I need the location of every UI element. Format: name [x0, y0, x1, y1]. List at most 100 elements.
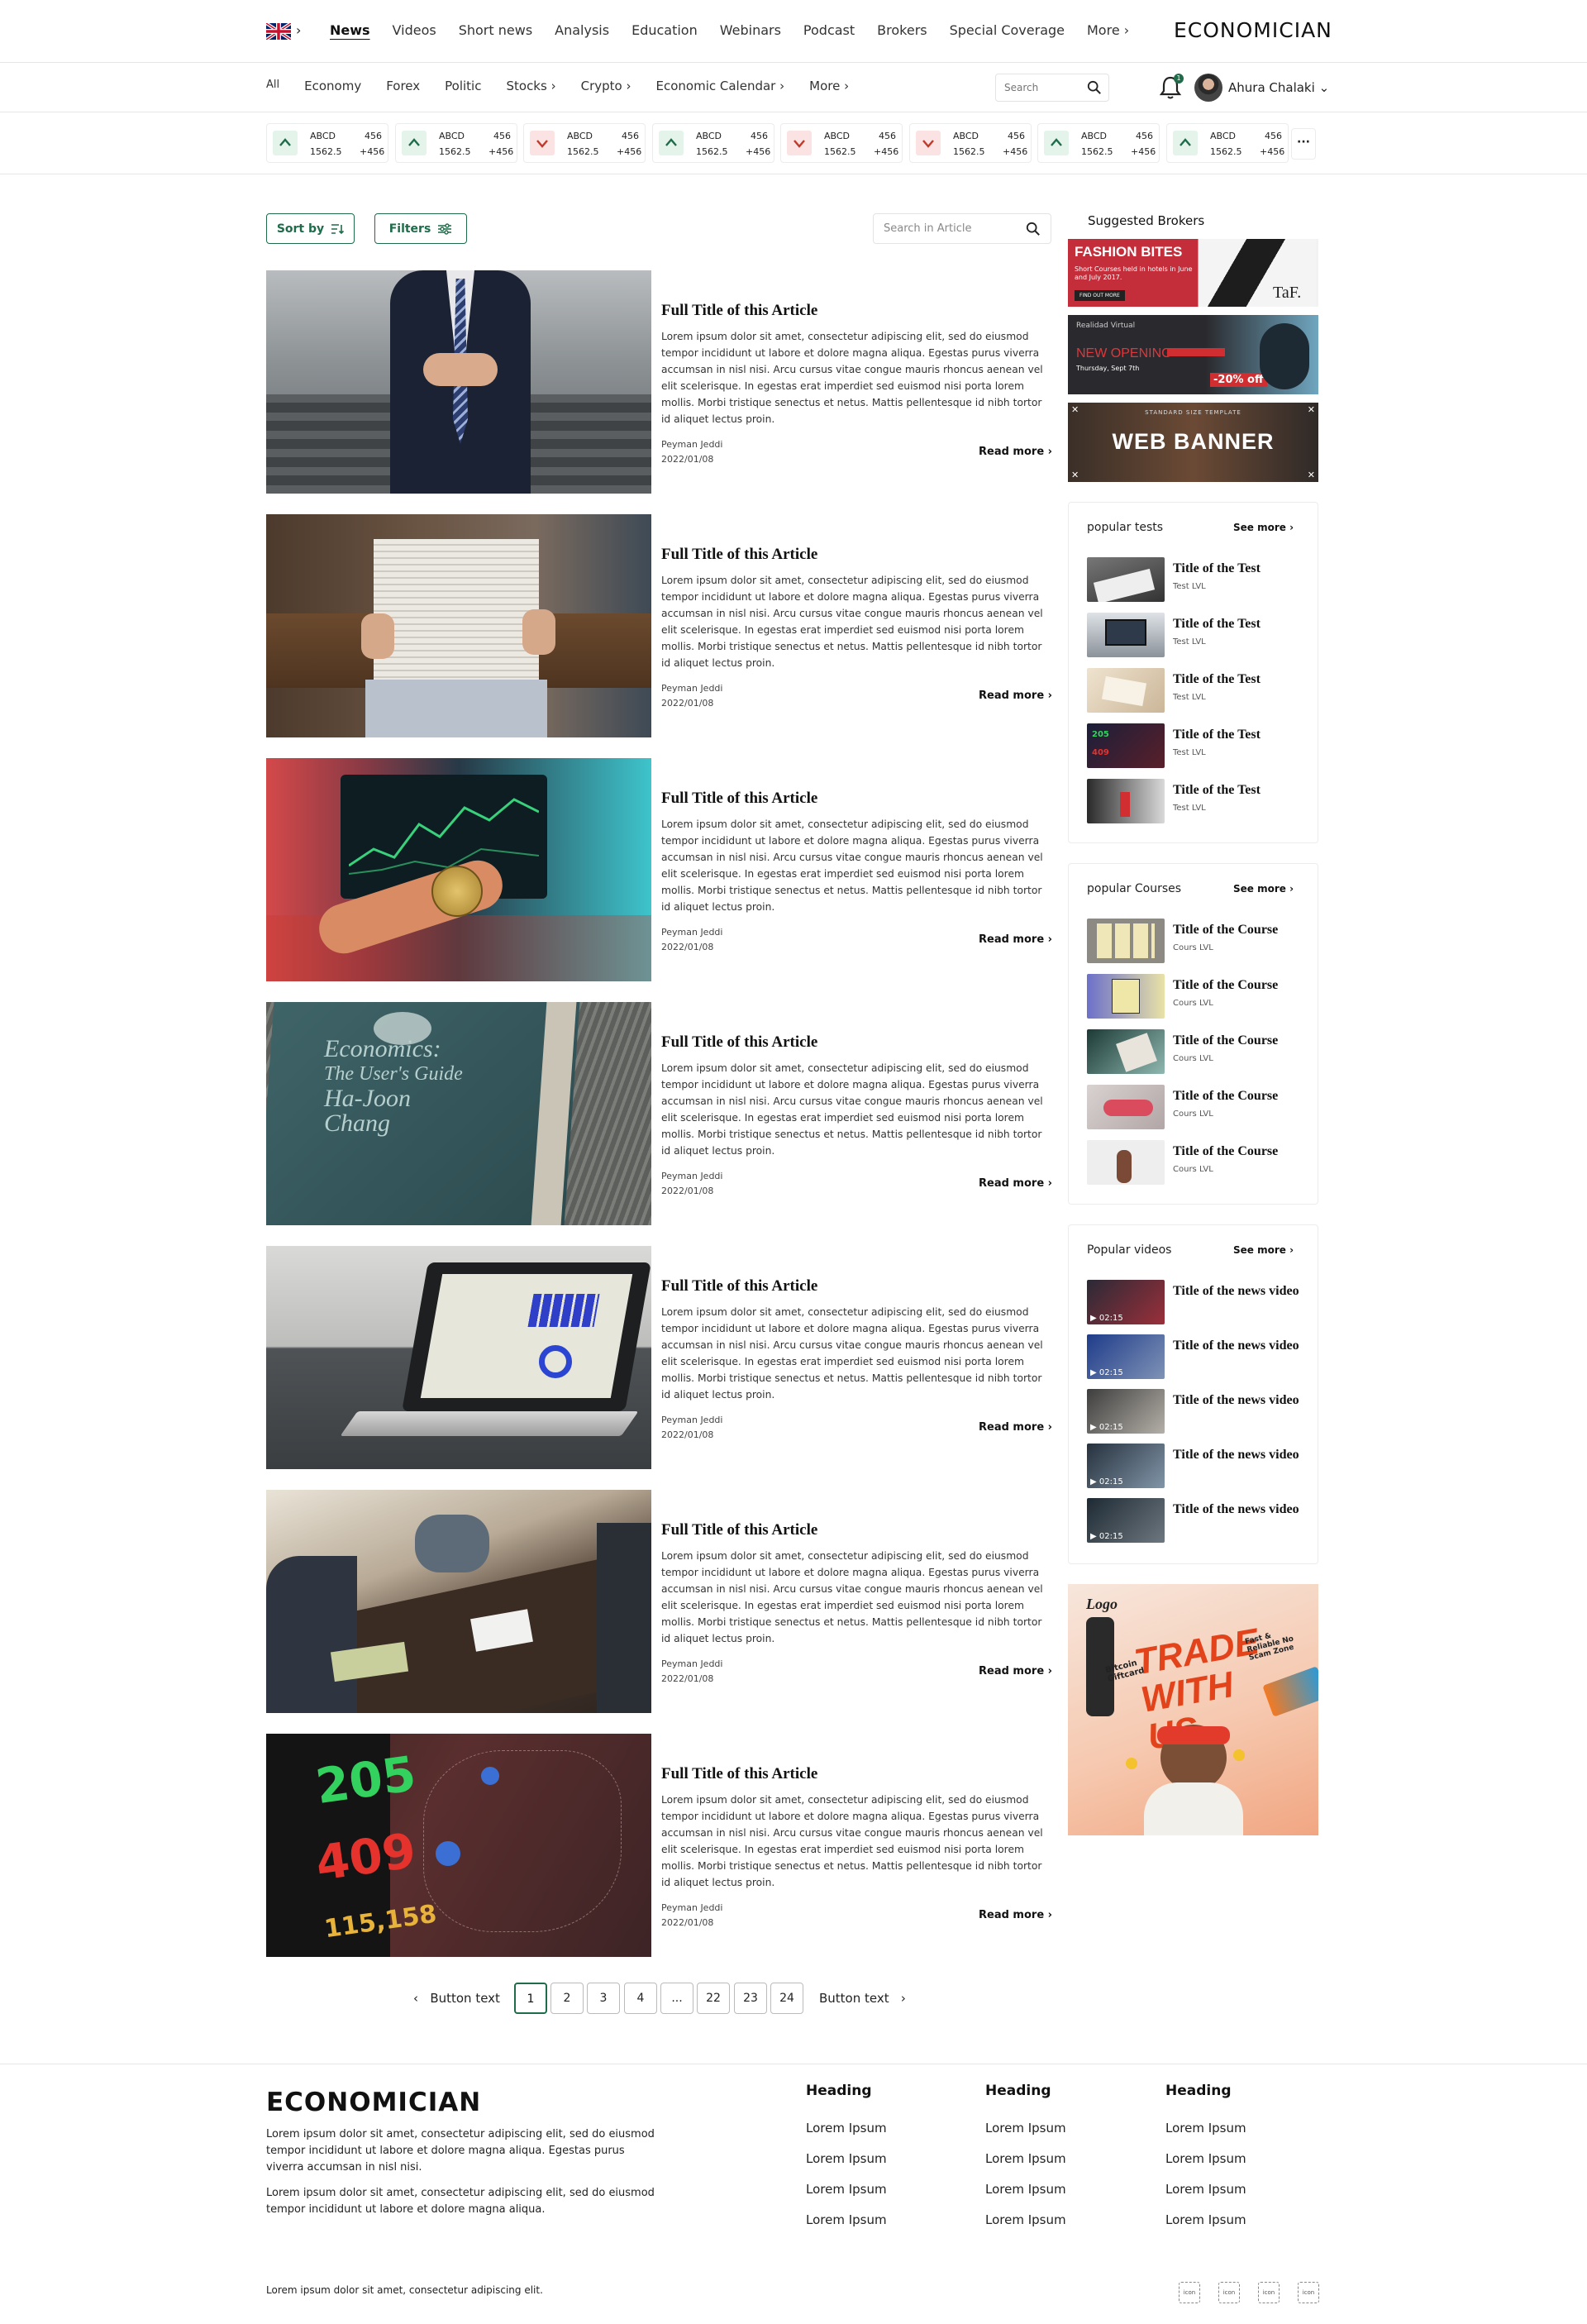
- nav-podcast[interactable]: Podcast: [803, 22, 855, 38]
- category-stocks[interactable]: Stocks ›: [506, 79, 555, 93]
- video-item[interactable]: ▶ 02:15 Title of the news video: [1087, 1389, 1310, 1435]
- article-image-data-monitor[interactable]: 205 409 115,158: [266, 1734, 651, 1957]
- video-title[interactable]: Title of the news video: [1173, 1392, 1305, 1409]
- site-logo[interactable]: ECONOMICIAN: [1174, 18, 1332, 42]
- article-title[interactable]: Full Title of this Article: [661, 790, 817, 808]
- video-item[interactable]: ▶ 02:15 Title of the news video: [1087, 1334, 1310, 1381]
- read-more-link[interactable]: Read more ›: [979, 690, 1052, 702]
- video-item[interactable]: ▶ 02:15 Title of the news video: [1087, 1280, 1310, 1326]
- page-button-3[interactable]: 3: [587, 1983, 620, 2014]
- course-title[interactable]: Title of the Course: [1173, 922, 1305, 938]
- course-item[interactable]: Title of the Course Cours LVL: [1087, 1085, 1310, 1131]
- article-title[interactable]: Full Title of this Article: [661, 1277, 817, 1296]
- nav-education[interactable]: Education: [631, 22, 698, 38]
- page-button-2[interactable]: 2: [550, 1983, 584, 2014]
- nav-more[interactable]: More ›: [1087, 22, 1129, 38]
- test-title[interactable]: Title of the Test: [1173, 561, 1305, 577]
- footer-link[interactable]: Lorem Ipsum: [985, 2151, 1118, 2182]
- footer-link[interactable]: Lorem Ipsum: [806, 2151, 938, 2182]
- footer-logo[interactable]: ECONOMICIAN: [266, 2088, 481, 2117]
- test-title[interactable]: Title of the Test: [1173, 616, 1305, 632]
- course-item[interactable]: Title of the Course Cours LVL: [1087, 974, 1310, 1020]
- page-button-24[interactable]: 24: [770, 1983, 803, 2014]
- ticker-item[interactable]: ABCD 1562.5 456 +456: [523, 123, 646, 163]
- language-chevron-icon[interactable]: ›: [296, 22, 301, 38]
- popular-videos-see-more[interactable]: See more ›: [1233, 1244, 1294, 1256]
- read-more-link[interactable]: Read more ›: [979, 1665, 1052, 1677]
- site-search[interactable]: [995, 74, 1109, 102]
- social-icon[interactable]: icon: [1179, 2282, 1200, 2303]
- nav-news[interactable]: News: [330, 22, 370, 38]
- ticker-item[interactable]: ABCD 1562.5 456 +456: [780, 123, 903, 163]
- pagination-prev-button[interactable]: ‹ Button text: [413, 1991, 500, 2006]
- video-title[interactable]: Title of the news video: [1173, 1338, 1305, 1354]
- article-title[interactable]: Full Title of this Article: [661, 1521, 817, 1539]
- ticker-more-button[interactable]: ···: [1291, 128, 1316, 160]
- social-icon[interactable]: icon: [1258, 2282, 1280, 2303]
- close-icon[interactable]: ✕: [1308, 470, 1315, 480]
- social-icon[interactable]: icon: [1218, 2282, 1240, 2303]
- uk-flag-icon[interactable]: [266, 23, 291, 40]
- close-icon[interactable]: ✕: [1071, 470, 1079, 480]
- video-title[interactable]: Title of the news video: [1173, 1501, 1305, 1518]
- ticker-item[interactable]: ABCD 1562.5 456 +456: [1037, 123, 1160, 163]
- broker-ad-fashion[interactable]: FASHION BITES Short Courses held in hote…: [1068, 239, 1318, 307]
- footer-link[interactable]: Lorem Ipsum: [985, 2182, 1118, 2212]
- article-image-crypto-coin[interactable]: [266, 758, 651, 981]
- nav-short-news[interactable]: Short news: [459, 22, 532, 38]
- course-title[interactable]: Title of the Course: [1173, 977, 1305, 994]
- nav-special-coverage[interactable]: Special Coverage: [950, 22, 1065, 38]
- read-more-link[interactable]: Read more ›: [979, 933, 1052, 946]
- nav-brokers[interactable]: Brokers: [877, 22, 927, 38]
- footer-link[interactable]: Lorem Ipsum: [1165, 2151, 1298, 2182]
- test-title[interactable]: Title of the Test: [1173, 671, 1305, 688]
- course-title[interactable]: Title of the Course: [1173, 1088, 1305, 1105]
- ticker-item[interactable]: ABCD 1562.5 456 +456: [1166, 123, 1289, 163]
- video-item[interactable]: ▶ 02:15 Title of the news video: [1087, 1444, 1310, 1490]
- article-card[interactable]: Full Title of this Article Lorem ipsum d…: [266, 270, 1052, 494]
- close-icon[interactable]: ✕: [1071, 404, 1079, 415]
- nav-analysis[interactable]: Analysis: [555, 22, 609, 38]
- broker-ad-trade-with-us[interactable]: Logo Bitcoin Giftcard TRADE WITH US Fast…: [1068, 1584, 1318, 1835]
- page-button-1[interactable]: 1: [514, 1983, 547, 2014]
- ticker-item[interactable]: ABCD 1562.5 456 +456: [909, 123, 1032, 163]
- broker-ad-web-banner[interactable]: STANDARD SIZE TEMPLATE WEB BANNER ✕ ✕ ✕ …: [1068, 403, 1318, 482]
- article-card[interactable]: Full Title of this Article Lorem ipsum d…: [266, 1246, 1052, 1469]
- category-more[interactable]: More ›: [809, 79, 849, 93]
- article-title[interactable]: Full Title of this Article: [661, 1765, 817, 1783]
- footer-link[interactable]: Lorem Ipsum: [985, 2212, 1118, 2243]
- category-economic-calendar[interactable]: Economic Calendar ›: [656, 79, 785, 93]
- ad-fashion-cta[interactable]: FIND OUT MORE: [1075, 290, 1125, 301]
- course-title[interactable]: Title of the Course: [1173, 1143, 1305, 1160]
- ticker-item[interactable]: ABCD 1562.5 456 +456: [266, 123, 388, 163]
- page-ellipsis[interactable]: ...: [660, 1983, 693, 2014]
- avatar[interactable]: [1194, 74, 1222, 102]
- read-more-link[interactable]: Read more ›: [979, 446, 1052, 458]
- test-item[interactable]: Title of the Test Test LVL: [1087, 668, 1310, 714]
- article-card[interactable]: Economics: The User's Guide Ha-Joon Chan…: [266, 1002, 1052, 1225]
- course-item[interactable]: Title of the Course Cours LVL: [1087, 1029, 1310, 1076]
- article-image-laptop[interactable]: [266, 1246, 651, 1469]
- article-card[interactable]: Full Title of this Article Lorem ipsum d…: [266, 1490, 1052, 1713]
- article-search[interactable]: Search in Article: [873, 213, 1051, 244]
- close-icon[interactable]: ✕: [1308, 404, 1315, 415]
- search-icon[interactable]: [1026, 222, 1041, 236]
- pagination-next-button[interactable]: Button text ›: [819, 1991, 906, 2006]
- sort-button[interactable]: Sort by: [266, 213, 355, 244]
- footer-link[interactable]: Lorem Ipsum: [985, 2121, 1118, 2151]
- site-search-input[interactable]: [996, 74, 1079, 101]
- ticker-item[interactable]: ABCD 1562.5 456 +456: [395, 123, 517, 163]
- test-item[interactable]: Title of the Test Test LVL: [1087, 613, 1310, 659]
- article-image-newspaper[interactable]: [266, 514, 651, 737]
- nav-videos[interactable]: Videos: [393, 22, 436, 38]
- video-title[interactable]: Title of the news video: [1173, 1283, 1305, 1300]
- category-crypto[interactable]: Crypto ›: [581, 79, 631, 93]
- footer-link[interactable]: Lorem Ipsum: [1165, 2212, 1298, 2243]
- social-icon[interactable]: icon: [1298, 2282, 1319, 2303]
- test-item[interactable]: 205 409 Title of the Test Test LVL: [1087, 723, 1310, 770]
- category-all[interactable]: All: [266, 79, 279, 93]
- read-more-link[interactable]: Read more ›: [979, 1421, 1052, 1434]
- test-item[interactable]: Title of the Test Test LVL: [1087, 557, 1310, 604]
- page-button-22[interactable]: 22: [697, 1983, 730, 2014]
- footer-link[interactable]: Lorem Ipsum: [806, 2182, 938, 2212]
